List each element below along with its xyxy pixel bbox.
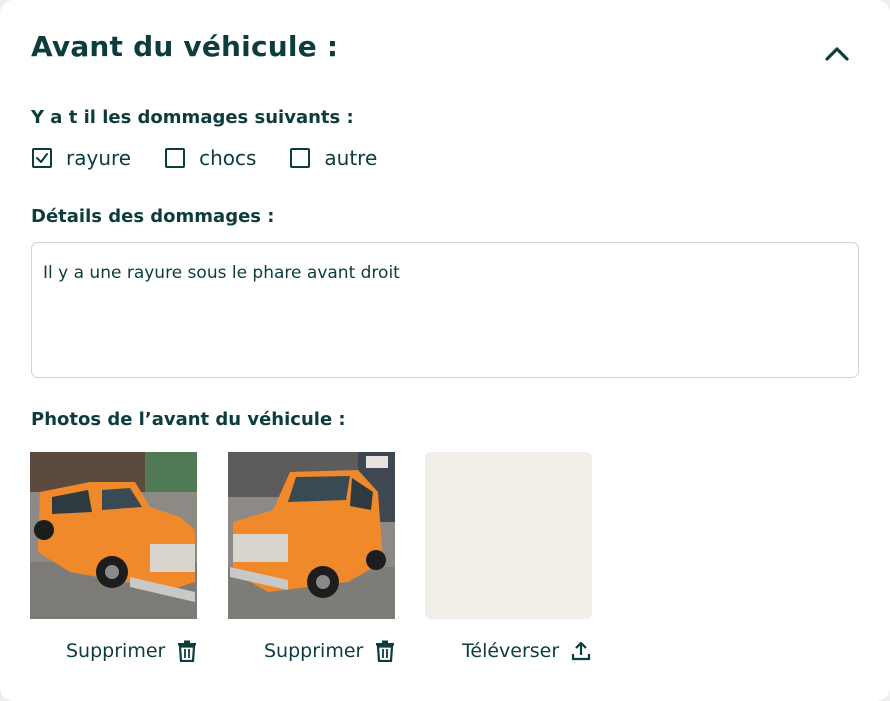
section-title: Avant du véhicule : (31, 30, 339, 63)
photo-upload-slot[interactable] (425, 452, 592, 619)
trash-icon (376, 640, 395, 662)
upload-label: Téléverser (462, 640, 560, 662)
vehicle-photo-2 (228, 452, 395, 619)
car-photo-image (228, 452, 395, 619)
checkbox-label: chocs (199, 146, 257, 170)
delete-photo-2-button[interactable]: Supprimer (264, 640, 395, 662)
collapse-button[interactable] (822, 38, 852, 68)
delete-label: Supprimer (264, 640, 364, 662)
checkbox-box[interactable] (290, 148, 311, 168)
damages-question-label: Y a t il les dommages suivants : (31, 107, 354, 128)
delete-photo-1-button[interactable]: Supprimer (66, 640, 197, 662)
chevron-up-icon (825, 47, 849, 61)
damage-details-textarea[interactable]: Il y a une rayure sous le phare avant dr… (31, 242, 859, 378)
vehicle-photo-1 (30, 452, 197, 619)
trash-icon (178, 640, 197, 662)
photos-label: Photos de l’avant du véhicule : (31, 409, 346, 430)
checkbox-box[interactable] (32, 148, 52, 168)
checkbox-rayure[interactable]: rayure (32, 146, 131, 170)
checkbox-label: autre (324, 146, 378, 170)
damage-options: rayure chocs autre (32, 146, 411, 170)
details-label: Détails des dommages : (31, 206, 275, 227)
upload-icon (572, 641, 591, 661)
checkbox-label: rayure (66, 146, 132, 170)
checkmark-icon (36, 153, 48, 163)
checkbox-autre[interactable]: autre (290, 146, 377, 170)
checkbox-box[interactable] (165, 148, 186, 168)
vehicle-front-card: Avant du véhicule : Y a t il les dommage… (0, 0, 890, 701)
checkbox-chocs[interactable]: chocs (165, 146, 256, 170)
car-photo-image (30, 452, 197, 619)
delete-label: Supprimer (66, 640, 166, 662)
upload-photo-button[interactable]: Téléverser (462, 640, 591, 662)
